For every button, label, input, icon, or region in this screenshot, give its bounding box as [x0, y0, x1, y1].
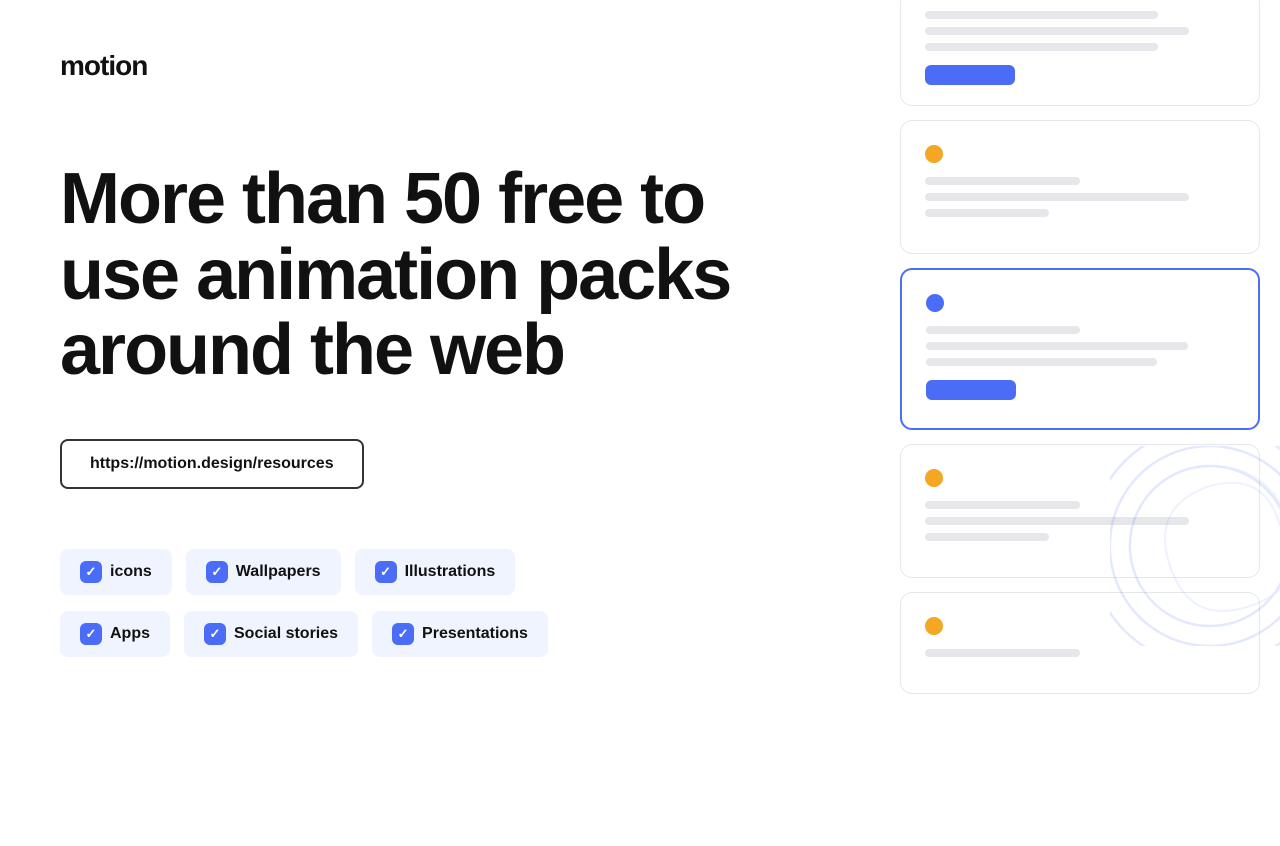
check-icon: ✓: [392, 623, 414, 645]
headline: More than 50 free to use animation packs…: [60, 162, 740, 389]
card-line: [925, 43, 1158, 51]
card-line: [925, 27, 1189, 35]
card-line: [926, 358, 1157, 366]
tag-presentations[interactable]: ✓ Presentations: [372, 611, 548, 657]
tags-row-2: ✓ Apps ✓ Social stories ✓ Presentations: [60, 611, 840, 657]
tag-illustrations[interactable]: ✓ Illustrations: [355, 549, 516, 595]
check-icon: ✓: [80, 623, 102, 645]
card-2: [900, 120, 1260, 254]
left-content: motion More than 50 free to use animatio…: [0, 0, 900, 846]
logo: motion: [60, 50, 840, 82]
tags-row-1: ✓ icons ✓ Wallpapers ✓ Illustrations: [60, 549, 840, 595]
card-action-button[interactable]: [925, 65, 1015, 85]
card-line: [925, 11, 1158, 19]
tag-label: Presentations: [422, 625, 528, 643]
card-4: [900, 444, 1260, 578]
card-action-button[interactable]: [926, 380, 1016, 400]
card-partial-top: [900, 0, 1260, 106]
card-line: [925, 177, 1080, 185]
tag-label: Apps: [110, 625, 150, 643]
card-line: [925, 209, 1049, 217]
check-icon: ✓: [204, 623, 226, 645]
tag-label: Illustrations: [405, 563, 496, 581]
card-line: [926, 342, 1188, 350]
tag-icons[interactable]: ✓ icons: [60, 549, 172, 595]
tag-apps[interactable]: ✓ Apps: [60, 611, 170, 657]
check-icon: ✓: [206, 561, 228, 583]
check-icon: ✓: [375, 561, 397, 583]
card-line: [925, 501, 1080, 509]
card-dot-yellow: [925, 617, 943, 635]
tag-wallpapers[interactable]: ✓ Wallpapers: [186, 549, 341, 595]
card-line: [925, 649, 1080, 657]
card-5: [900, 592, 1260, 694]
card-line: [925, 193, 1189, 201]
card-line: [926, 326, 1080, 334]
card-highlighted: [900, 268, 1260, 430]
card-dot-yellow: [925, 145, 943, 163]
cta-link[interactable]: https://motion.design/resources: [60, 439, 364, 489]
check-icon: ✓: [80, 561, 102, 583]
card-line: [925, 533, 1049, 541]
card-line: [925, 517, 1189, 525]
card-dot-blue: [926, 294, 944, 312]
right-cards-panel: [900, 0, 1280, 846]
tag-label: Wallpapers: [236, 563, 321, 581]
tag-label: icons: [110, 563, 152, 581]
card-dot-yellow: [925, 469, 943, 487]
tags-container: ✓ icons ✓ Wallpapers ✓ Illustrations ✓ A…: [60, 549, 840, 657]
tag-label: Social stories: [234, 625, 338, 643]
tag-social-stories[interactable]: ✓ Social stories: [184, 611, 358, 657]
main-layout: motion More than 50 free to use animatio…: [0, 0, 1280, 846]
